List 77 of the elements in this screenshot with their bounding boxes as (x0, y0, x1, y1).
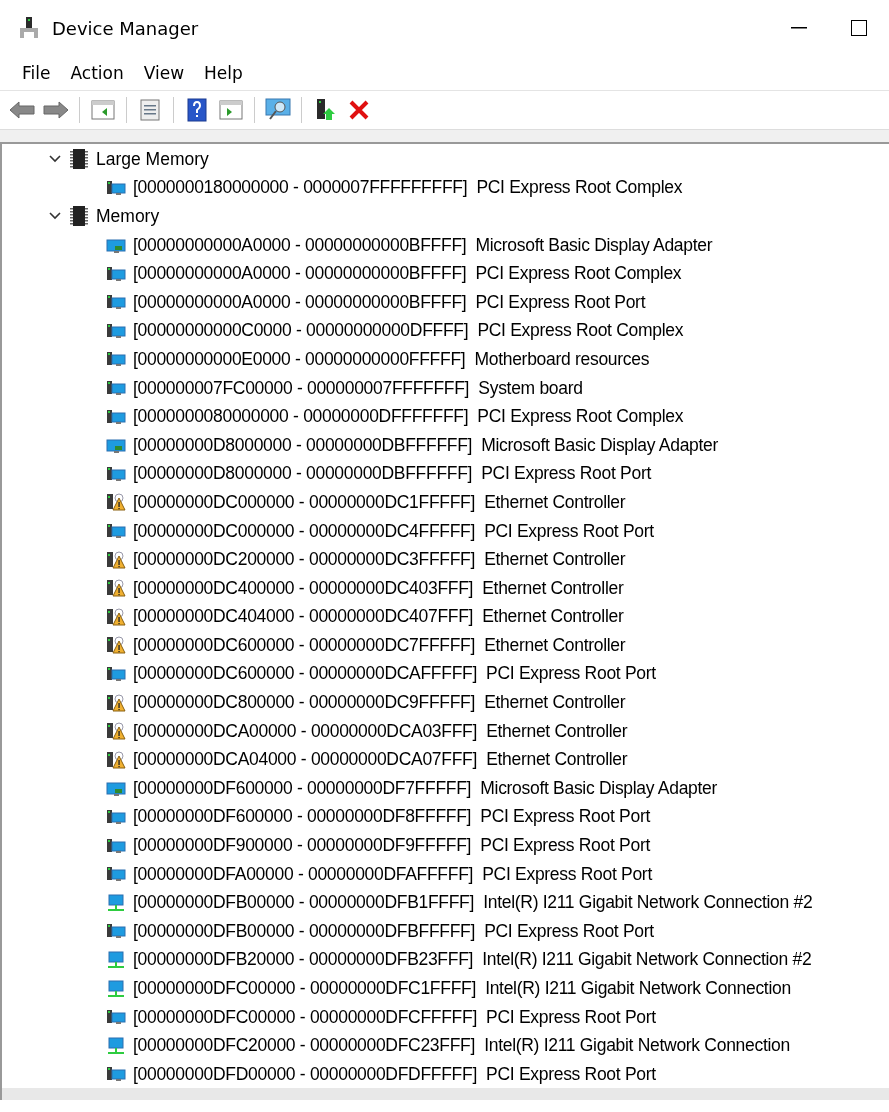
tree-item[interactable]: [00000000DF600000 - 00000000DF8FFFFF] PCI Express Root Port (133, 806, 650, 828)
tree-item[interactable]: [00000000000A0000 - 00000000000BFFFF] PCI Express Root Port (133, 291, 646, 313)
tree-item[interactable]: [00000000DF900000 - 00000000DF9FFFFF] PCI Express Root Port (133, 835, 650, 857)
tree-item[interactable]: [00000000DC200000 - 00000000DC3FFFFF] Ethernet Controller (133, 549, 626, 571)
tree-item[interactable]: [00000000DC000000 - 00000000DC1FFFFF] Ethernet Controller (133, 491, 626, 513)
computer-icon (105, 522, 127, 540)
computer-icon (105, 264, 127, 283)
tree-item[interactable]: [00000000DFC20000 - 00000000DFC23FFF] Intel(R) I211 Gigabit Network Connection (133, 1035, 790, 1057)
tree-item[interactable]: [00000000DFD00000 - 00000000DFDFFFFF] PCI Express Root Port (133, 1063, 656, 1085)
tree-item[interactable]: [00000000DCA04000 - 00000000DCA07FFF] Ethernet Controller (133, 749, 628, 771)
computer-icon (105, 1065, 127, 1084)
tree-item[interactable]: [00000000DFB00000 - 00000000DFB1FFFF] Intel(R) I211 Gigabit Network Connection #2 (133, 892, 813, 914)
tree-item[interactable]: [00000000DFA00000 - 00000000DFAFFFFF] PCI Express Root Port (133, 863, 652, 885)
display-adapter-icon (105, 436, 127, 455)
tree-item[interactable]: [00000000DFC00000 - 00000000DFC1FFFF] Intel(R) I211 Gigabit Network Connection (133, 978, 791, 999)
warning-device-icon (105, 636, 127, 655)
warning-device-icon (105, 579, 127, 598)
memory-chip-icon (70, 205, 88, 228)
tree-item[interactable]: [00000000DC800000 - 00000000DC9FFFFF] Ethernet Controller (133, 692, 626, 714)
tree-item[interactable]: Large Memory (96, 148, 209, 170)
warning-device-icon (105, 493, 127, 512)
tree-item[interactable]: [00000000DC400000 - 00000000DC403FFF] Ethernet Controller (133, 577, 624, 599)
window-title: Device Manager (52, 17, 199, 39)
computer-icon (105, 350, 127, 369)
warning-device-icon (105, 693, 127, 712)
display-adapter-icon (105, 236, 127, 255)
network-adapter-icon (105, 1036, 127, 1055)
horizontal-scrollbar[interactable] (2, 1088, 889, 1100)
network-adapter-icon (105, 950, 127, 969)
menu-item[interactable]: Action (60, 63, 134, 83)
computer-icon (105, 922, 127, 941)
computer-icon (105, 865, 127, 884)
computer-icon (105, 1008, 127, 1027)
network-adapter-icon (105, 979, 127, 998)
tree-item[interactable]: [000000007FC00000 - 000000007FFFFFFF] System board (133, 377, 583, 399)
warning-device-icon (105, 607, 127, 626)
tree-item[interactable]: [00000000000A0000 - 00000000000BFFFF] PCI Express Root Complex (133, 263, 682, 285)
tree-item[interactable]: [00000000DC600000 - 00000000DCAFFFFF] PCI Express Root Port (133, 663, 656, 685)
computer-icon (105, 836, 127, 855)
tree-item[interactable]: [00000000DC404000 - 00000000DC407FFF] Ethernet Controller (133, 606, 624, 628)
tree-item[interactable]: [00000000DC600000 - 00000000DC7FFFFF] Ethernet Controller (133, 634, 626, 656)
minimize-icon (791, 27, 807, 29)
tree-item[interactable]: [0000000080000000 - 00000000DFFFFFFF] PCI Express Root Complex (133, 406, 684, 428)
warning-device-icon (105, 750, 127, 769)
memory-chip-icon (70, 148, 88, 171)
menu-item[interactable]: View (133, 63, 195, 83)
tree-item[interactable]: [00000000000C0000 - 00000000000DFFFF] PCI Express Root Complex (133, 320, 684, 342)
tree-item[interactable]: [00000000DFB20000 - 00000000DFB23FFF] Intel(R) I211 Gigabit Network Connection #2 (133, 949, 812, 971)
tree-item[interactable]: Memory (96, 206, 160, 227)
tree-item[interactable]: [0000000180000000 - 0000007FFFFFFFFF] PCI Express Root Complex (133, 177, 683, 199)
tree-item[interactable]: [00000000DFC00000 - 00000000DFCFFFFF] PCI Express Root Port (133, 1006, 656, 1028)
computer-icon (105, 464, 127, 483)
network-adapter-icon (105, 893, 127, 912)
maximize-icon (851, 20, 867, 36)
tree-item[interactable]: [00000000000E0000 - 00000000000FFFFF] Motherboard resources (133, 348, 650, 370)
computer-icon (105, 807, 127, 826)
tree-item[interactable]: [00000000DF600000 - 00000000DF7FFFFF] Microsoft Basic Display Adapter (133, 777, 718, 799)
warning-device-icon (105, 550, 127, 569)
computer-icon (105, 293, 127, 312)
tree-item[interactable]: [00000000DFB00000 - 00000000DFBFFFFF] PCI Express Root Port (133, 920, 654, 942)
warning-device-icon (105, 722, 127, 741)
menu-item[interactable]: Help (194, 63, 253, 83)
back-arrow-icon[interactable] (9, 101, 35, 119)
display-adapter-icon (105, 779, 127, 798)
tree-item[interactable]: [00000000DC000000 - 00000000DC4FFFFF] PCI Express Root Port (133, 520, 654, 542)
computer-icon (105, 407, 127, 426)
tree-item[interactable]: [00000000D8000000 - 00000000DBFFFFFF] Microsoft Basic Display Adapter (133, 434, 719, 456)
menu-item[interactable]: File (12, 63, 61, 83)
computer-icon (105, 379, 127, 398)
device-manager-icon (18, 16, 40, 40)
forward-arrow-icon[interactable] (43, 101, 69, 119)
computer-icon (105, 665, 127, 683)
tree-item[interactable]: [00000000DCA00000 - 00000000DCA03FFF] Ethernet Controller (133, 720, 628, 742)
computer-icon (105, 321, 127, 340)
computer-icon (105, 178, 127, 197)
tree-item[interactable]: [00000000000A0000 - 00000000000BFFFF] Microsoft Basic Display Adapter (133, 234, 713, 256)
tree-item[interactable]: [00000000D8000000 - 00000000DBFFFFFF] PCI Express Root Port (133, 463, 651, 485)
